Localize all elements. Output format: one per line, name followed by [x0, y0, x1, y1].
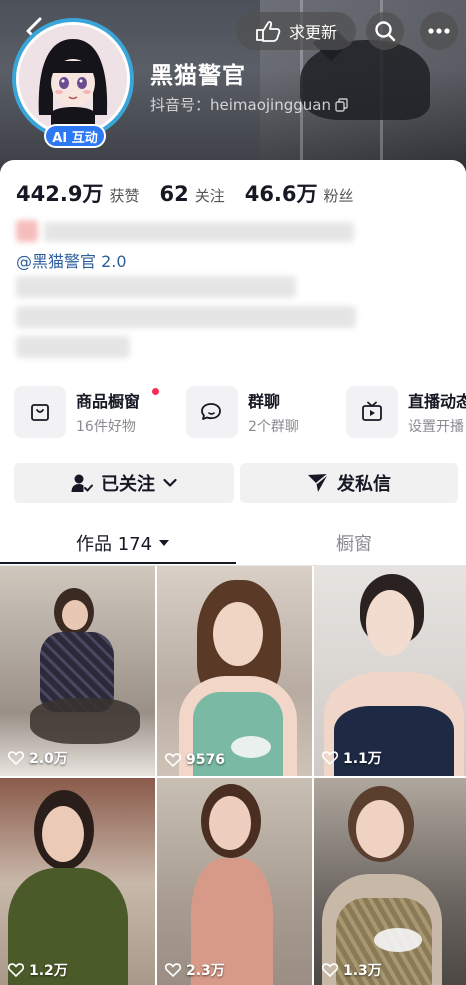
bio-emoji-blurred — [16, 220, 38, 242]
active-tab-indicator — [0, 562, 236, 564]
feature-title: 直播动态 — [408, 392, 466, 411]
username: 黑猫警官 — [150, 63, 246, 89]
douyin-id[interactable]: 抖音号：heimaojingguan — [150, 94, 349, 115]
heart-icon — [165, 753, 181, 767]
bio-mention-link[interactable]: @黑猫警官 2.0 — [16, 248, 127, 272]
heart-icon — [8, 751, 24, 765]
following-count[interactable]: 62 — [159, 182, 188, 206]
video-likes-count: 1.3万 — [343, 963, 382, 979]
video-thumbnail[interactable]: 2.3万 — [157, 778, 312, 985]
video-likes: 1.1万 — [322, 748, 382, 768]
request-update-button[interactable]: 求更新 — [236, 12, 356, 50]
feature-live-icon-box — [346, 386, 398, 438]
more-button[interactable] — [420, 12, 458, 50]
douyin-id-text: 抖音号：heimaojingguan — [150, 96, 331, 114]
video-likes: 9576 — [165, 752, 225, 768]
ai-interaction-badge[interactable]: AI 互动 — [44, 124, 106, 148]
feature-title: 商品橱窗 — [76, 392, 141, 411]
video-likes-count: 1.2万 — [29, 963, 68, 979]
chat-icon — [201, 403, 221, 420]
feature-subtitle: 2个群聊 — [248, 419, 299, 435]
following-label[interactable]: 关注 — [195, 185, 225, 206]
caret-down-icon — [159, 540, 170, 546]
avatar-illustration — [19, 25, 127, 133]
likes-count: 442.9万 — [16, 182, 104, 206]
feature-subtitle: 16件好物 — [76, 419, 136, 435]
followers-label[interactable]: 粉丝 — [324, 185, 354, 206]
tab-shop-window[interactable]: 橱窗 — [336, 530, 372, 556]
user-check-icon — [71, 474, 93, 492]
feature-subtitle: 设置开播 — [408, 419, 464, 435]
content-tabs: 作品 174 橱窗 — [0, 522, 466, 566]
copy-icon — [335, 97, 348, 112]
likes-label: 获赞 — [109, 187, 140, 205]
followers-count[interactable]: 46.6万 — [245, 178, 318, 208]
search-icon — [375, 21, 396, 42]
video-thumbnail[interactable]: 1.2万 — [0, 778, 155, 985]
send-message-label: 发私信 — [337, 474, 391, 495]
chevron-down-icon — [163, 478, 177, 487]
video-likes: 2.0万 — [8, 748, 68, 768]
profile-header: 求更新 AI 互动 黑猫警官 抖音号：heimaojingguan — [0, 0, 466, 172]
request-update-label: 求更新 — [288, 23, 337, 42]
feature-title: 群聊 — [248, 392, 281, 411]
tab-works-label: 作品 174 — [76, 534, 153, 555]
heart-icon — [8, 963, 24, 977]
avatar-image — [16, 22, 130, 136]
video-likes-count: 2.3万 — [186, 963, 225, 979]
more-dots-icon — [428, 28, 450, 34]
followed-button[interactable]: 已关注 — [14, 463, 234, 503]
notification-dot — [152, 388, 159, 395]
followed-label: 已关注 — [101, 474, 155, 495]
heart-icon — [322, 963, 338, 977]
feature-shop-icon-box — [14, 386, 66, 438]
send-message-button[interactable]: 发私信 — [240, 463, 458, 503]
video-thumbnail[interactable]: 1.1万 — [314, 566, 466, 776]
video-likes: 1.3万 — [322, 960, 382, 980]
video-likes-count: 2.0万 — [29, 751, 68, 767]
video-likes-count: 9576 — [186, 752, 225, 768]
video-likes: 1.2万 — [8, 960, 68, 980]
feature-chat-icon-box — [186, 386, 238, 438]
bio-line-blurred — [16, 306, 356, 328]
feature-group-chat[interactable]: 群聊 2个群聊 — [186, 386, 299, 438]
video-thumbnail[interactable]: 2.0万 — [0, 566, 155, 776]
hand-pointing-icon — [256, 21, 281, 42]
send-icon — [308, 473, 329, 492]
video-thumbnail[interactable]: 9576 — [157, 566, 312, 776]
stats-row: 442.9万 获赞 62 关注 46.6万 粉丝 — [16, 178, 374, 208]
video-thumbnail[interactable]: 1.3万 — [314, 778, 466, 985]
feature-shop-window[interactable]: 商品橱窗 16件好物 — [14, 386, 159, 438]
tab-works[interactable]: 作品 174 — [76, 530, 170, 556]
heart-icon — [165, 963, 181, 977]
feature-live-updates[interactable]: 直播动态 设置开播 — [346, 386, 466, 438]
bag-icon — [31, 404, 49, 421]
avatar[interactable] — [12, 18, 134, 140]
heart-icon — [322, 751, 338, 765]
search-button[interactable] — [366, 12, 404, 50]
bio-line-blurred — [44, 222, 354, 242]
bio-line-blurred — [16, 276, 296, 298]
tv-icon — [362, 401, 382, 421]
bio-line-blurred — [16, 336, 130, 358]
video-likes: 2.3万 — [165, 960, 225, 980]
video-likes-count: 1.1万 — [343, 751, 382, 767]
